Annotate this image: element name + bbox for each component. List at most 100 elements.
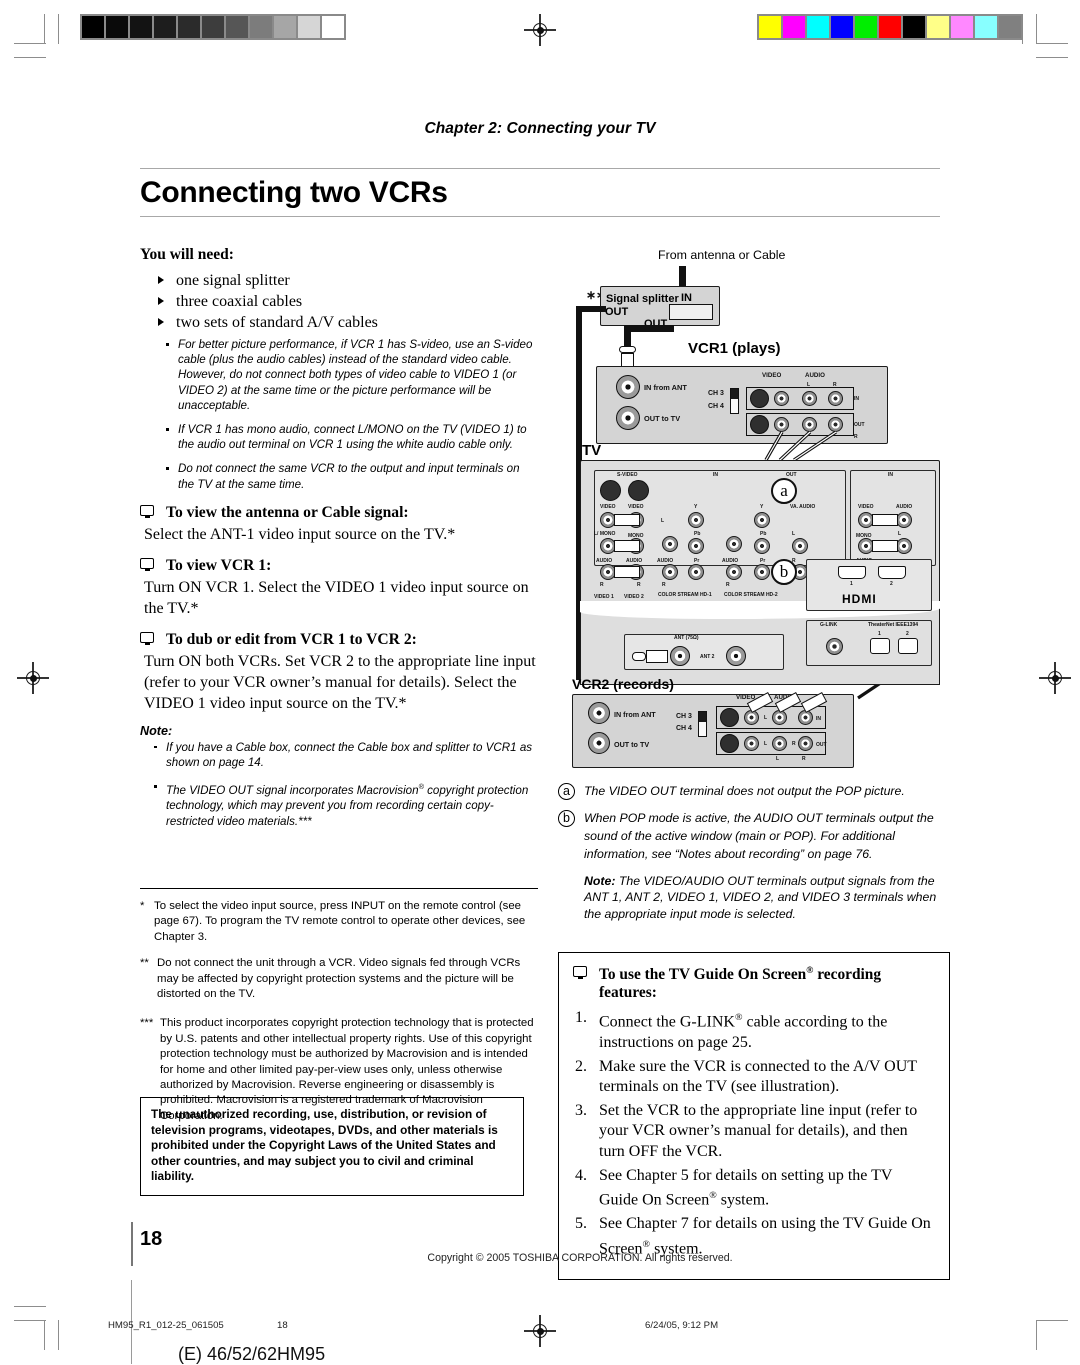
tv-guide-box: To use the TV Guide On Screen® recording…	[558, 952, 950, 1280]
note-list-left: If you have a Cable box, connect the Cab…	[140, 740, 538, 829]
calibration-swatch-5	[202, 16, 224, 38]
vcr2-in-l-label: L	[764, 715, 768, 721]
tv-video3-audio-jack-3	[896, 538, 912, 554]
vcr1-in-video-jack	[774, 391, 789, 406]
list-item-label: For better picture performance, if VCR 1…	[178, 338, 533, 412]
tv-icon	[140, 504, 154, 519]
crop-mark-bl2-h	[14, 1306, 46, 1308]
title-rule-top	[140, 168, 940, 169]
dot-bullet-icon	[166, 428, 169, 431]
section-heading-view-vcr1: To view VCR 1:	[140, 557, 538, 575]
tv-out-l-label: L	[792, 531, 796, 537]
tv-video2-col-label: VIDEO	[628, 504, 644, 510]
tv-icon	[140, 631, 154, 646]
tv-icon	[140, 557, 154, 572]
crop-mark-br-v	[1036, 1320, 1038, 1350]
vcr1-video-label: VIDEO	[762, 372, 782, 379]
tv-cs1-pr-jack	[688, 564, 704, 580]
tv-cs2-r-label: R	[726, 582, 730, 588]
list-item: The VIDEO OUT signal incorporates Macrov…	[154, 779, 538, 828]
footnote-rule	[140, 888, 538, 889]
vcr2-out-l-label: L	[764, 741, 768, 747]
callout-a-text: The VIDEO OUT terminal does not output t…	[584, 784, 905, 798]
tv-audio-label-1: AUDIO	[596, 558, 613, 564]
antenna-source-label: From antenna or Cable	[658, 248, 786, 262]
color-calibration-bar	[757, 14, 1023, 40]
vcr1-in-from-ant-label: IN from ANT	[644, 383, 687, 392]
antenna-wire	[679, 266, 686, 288]
vcr1-out-to-tv-jack	[616, 406, 640, 430]
vcr1-out-svideo-jack	[750, 415, 769, 434]
tv-lmono-label: L/ MONO	[594, 531, 616, 537]
footnote-marker: ***	[140, 1017, 154, 1030]
list-item-label: two sets of standard A/V cables	[176, 314, 378, 331]
section-body-view-vcr1: Turn ON VCR 1. Select the VIDEO 1 video …	[144, 578, 529, 617]
calibration-swatch-3	[154, 16, 176, 38]
vcr2-out-label: OUT	[816, 742, 827, 748]
tv-cs2-pr-jack	[754, 564, 770, 580]
copyright-line: Copyright © 2005 TOSHIBA CORPORATION. Al…	[427, 1252, 733, 1264]
vcr2-in-label: IN	[816, 716, 821, 722]
calibration-swatch-9	[975, 16, 997, 38]
calibration-swatch-7	[250, 16, 272, 38]
right-note-label: Note:	[584, 874, 616, 888]
you-will-need-heading: You will need:	[140, 246, 234, 263]
crop-mark-tr2-h	[1036, 57, 1068, 59]
vcr1-out-audio-r-jack	[828, 417, 843, 432]
chapter-header: Chapter 2: Connecting your TV	[424, 120, 656, 137]
vcr1-in-svideo-jack	[750, 389, 769, 408]
calibration-swatch-6	[226, 16, 248, 38]
footnote-text: To select the video input source, press …	[154, 900, 526, 943]
vcr1-in-audio-l-jack	[802, 391, 817, 406]
footnote-text: Do not connect the unit through a VCR. V…	[157, 957, 521, 1001]
registration-target-top	[524, 14, 556, 46]
ant1-jack	[670, 646, 690, 666]
av-plug-audio-r	[614, 566, 640, 578]
list-item: See Chapter 5 for details on setting up …	[575, 1166, 893, 1209]
tv-cs2-audio-r-jack	[726, 564, 742, 580]
tv-guide-steps: Connect the G-LINK® cable according to t…	[573, 1008, 935, 1260]
section-body-view-antenna: Select the ANT-1 video input source on t…	[144, 525, 456, 543]
splitter-in-port	[669, 304, 713, 320]
ant-coax-tip	[632, 652, 646, 661]
ant75-label: ANT (75Ω)	[674, 635, 699, 641]
theaternet-label: TheaterNet IEEE1394	[868, 622, 918, 628]
tv-cs1-pb-label: Pb	[694, 531, 701, 537]
hdmi-port-1	[838, 566, 866, 579]
vcr2-title: VCR2 (records)	[572, 676, 674, 692]
vcr1-ch-switch-knob	[731, 389, 738, 399]
title-rule-bottom	[140, 216, 940, 217]
crop-mark-tr-h	[1036, 43, 1068, 45]
calibration-swatch-9	[298, 16, 320, 38]
section-body-dub-edit: Turn ON both VCRs. Set VCR 2 to the appr…	[144, 652, 536, 712]
tv-out-audio-l-jack	[792, 538, 808, 554]
vcr2-out-audio-l-jack	[772, 736, 787, 751]
vcr2-out-video-jack	[744, 736, 759, 751]
dot-bullet-icon	[166, 343, 169, 346]
vcr1-out-r-label: R	[854, 434, 858, 440]
vcr1-ch3-label: CH 3	[708, 390, 724, 397]
calibration-swatch-0	[82, 16, 104, 38]
vcr2-ch3-label: CH 3	[676, 713, 692, 720]
grayscale-calibration-bar	[80, 14, 346, 40]
footnote-1: * To select the video input source, pres…	[140, 899, 538, 945]
calibration-swatch-10	[999, 16, 1021, 38]
registration-target-right	[1039, 662, 1071, 694]
tn-1-label: 1	[878, 631, 881, 637]
callout-marker-a: a	[558, 783, 575, 800]
page-number: 18	[140, 1228, 163, 1250]
crop-mark-tr-v	[1036, 14, 1038, 44]
dot-bullet-icon	[166, 467, 169, 471]
list-item: Set the VCR to the appropriate line inpu…	[575, 1101, 918, 1161]
tv-guide-heading-label: To use the TV Guide On Screen® recording…	[599, 965, 882, 1002]
tv-video2-group-label: VIDEO 2	[624, 594, 644, 600]
crop-mark-bl-v	[44, 1320, 46, 1350]
vcr2-out-r-label: R	[792, 741, 796, 747]
list-item-label: The VIDEO OUT signal incorporates Macrov…	[166, 782, 529, 828]
list-item: Do not connect the same VCR to the outpu…	[166, 461, 538, 491]
hdmi-2-label: 2	[890, 581, 893, 587]
coax-plug-vcr1-ant	[619, 346, 636, 353]
vcr1-title: VCR1 (plays)	[688, 340, 781, 357]
tv-video1-r-label: R	[600, 582, 604, 588]
document-page: Chapter 2: Connecting your TV Connecting…	[0, 0, 1080, 1364]
